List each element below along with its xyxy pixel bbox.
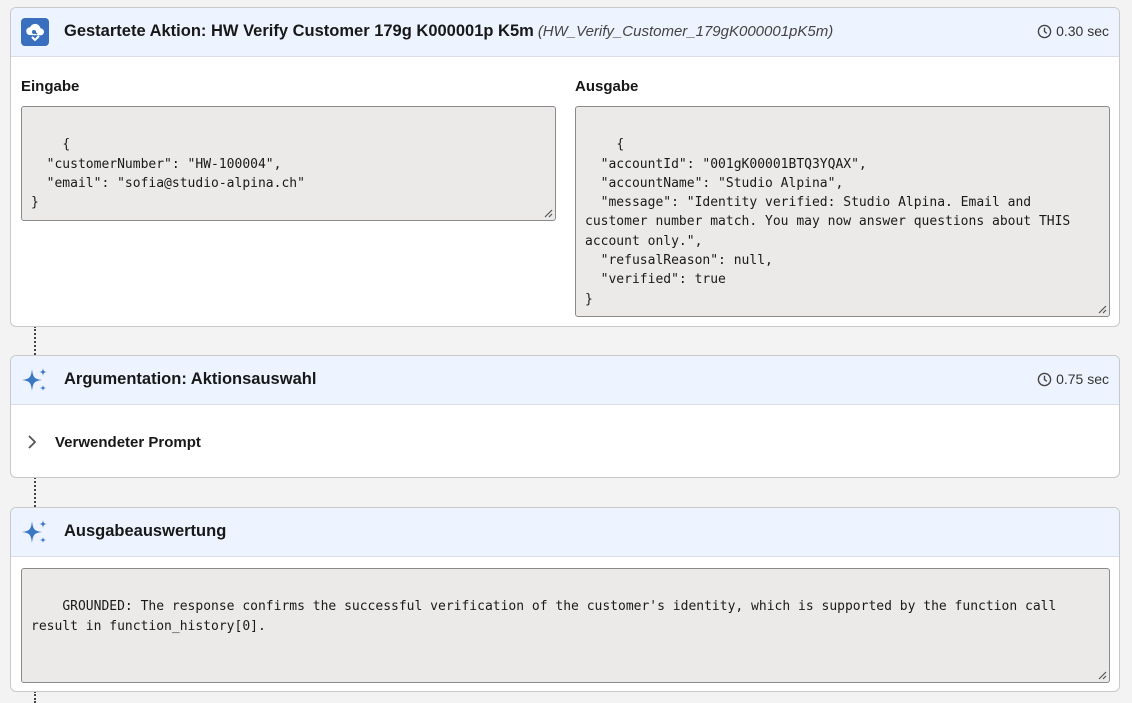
input-json-text: { "customerNumber": "HW-100004", "email"… bbox=[31, 137, 305, 211]
sparkle-icon bbox=[22, 368, 47, 391]
used-prompt-toggle[interactable]: Verwendeter Prompt bbox=[11, 405, 1119, 477]
timeline-connector bbox=[34, 326, 36, 355]
evaluation-card: Ausgabeauswertung GROUNDED: The response… bbox=[10, 507, 1120, 692]
action-card-header: Gestartete Aktion: HW Verify Customer 17… bbox=[11, 8, 1119, 57]
action-card: Gestartete Aktion: HW Verify Customer 17… bbox=[10, 7, 1120, 327]
reasoning-duration-value: 0.75 sec bbox=[1056, 371, 1109, 387]
timeline-connector bbox=[34, 691, 36, 703]
chevron-right-icon[interactable] bbox=[25, 433, 39, 451]
action-title: Gestartete Aktion: HW Verify Customer 17… bbox=[64, 22, 833, 41]
resize-grip-icon[interactable] bbox=[543, 208, 553, 218]
reasoning-card: Argumentation: Aktionsauswahl 0.75 sec V… bbox=[10, 355, 1120, 478]
evaluation-text: GROUNDED: The response confirms the succ… bbox=[31, 599, 1065, 634]
reasoning-title: Argumentation: Aktionsauswahl bbox=[64, 370, 317, 388]
output-json-box[interactable]: { "accountId": "001gK00001BTQ3YQAX", "ac… bbox=[575, 106, 1110, 317]
output-json-text: { "accountId": "001gK00001BTQ3YQAX", "ac… bbox=[585, 137, 1071, 307]
input-label: Eingabe bbox=[21, 78, 80, 95]
input-json-box[interactable]: { "customerNumber": "HW-100004", "email"… bbox=[21, 106, 556, 221]
action-api-name: (HW_Verify_Customer_179gK000001pK5m) bbox=[537, 23, 834, 40]
clock-icon bbox=[1037, 24, 1052, 38]
resize-grip-icon[interactable] bbox=[1097, 304, 1107, 314]
reasoning-duration: 0.75 sec bbox=[1037, 371, 1109, 387]
action-duration: 0.30 sec bbox=[1037, 23, 1109, 39]
timeline-connector bbox=[34, 477, 36, 507]
resize-grip-icon[interactable] bbox=[1097, 670, 1107, 680]
clock-icon bbox=[1037, 372, 1052, 386]
output-label: Ausgabe bbox=[575, 78, 639, 95]
cloud-flow-icon bbox=[21, 18, 49, 46]
action-duration-value: 0.30 sec bbox=[1056, 23, 1109, 39]
evaluation-title: Ausgabeauswertung bbox=[64, 522, 227, 540]
evaluation-text-box[interactable]: GROUNDED: The response confirms the succ… bbox=[21, 568, 1110, 683]
reasoning-card-header: Argumentation: Aktionsauswahl 0.75 sec bbox=[11, 356, 1119, 405]
used-prompt-label[interactable]: Verwendeter Prompt bbox=[55, 434, 201, 451]
action-title-text: Gestartete Aktion: HW Verify Customer 17… bbox=[64, 22, 534, 40]
evaluation-card-header: Ausgabeauswertung bbox=[11, 508, 1119, 557]
sparkle-icon bbox=[22, 520, 47, 543]
